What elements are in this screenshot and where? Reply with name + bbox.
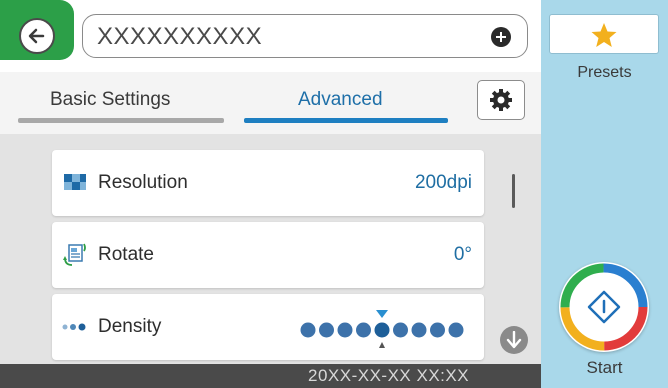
density-scale [300,310,464,348]
title-field-text: XXXXXXXXXX [97,23,263,50]
star-icon [591,23,617,47]
scroll-down-button[interactable] [500,326,528,354]
row-density-label: Density [98,316,162,337]
header-bar: XXXXXXXXXX [0,0,541,72]
title-field[interactable]: XXXXXXXXXX [82,14,528,58]
scrollbar-thumb[interactable] [512,174,515,208]
density-level-marker [376,310,388,318]
back-area [0,0,76,72]
start-label: Start [586,358,623,377]
density-level-dot[interactable] [448,322,464,338]
presets-button[interactable] [549,14,659,54]
row-rotate-value: 0° [453,244,472,265]
presets-label: Presets [577,64,632,81]
row-density[interactable]: Density [52,294,484,360]
density-center-marker [379,342,385,348]
density-level-dot[interactable] [393,322,408,338]
density-level-dot[interactable] [300,322,316,338]
status-datetime: 20XX-XX-XX XX:XX [308,366,470,385]
rotate-icon [63,243,86,266]
density-level-dot[interactable] [430,322,445,338]
tab-basic-settings-label: Basic Settings [50,89,171,110]
arrow-down-icon [506,331,522,349]
settings-button[interactable] [477,80,525,120]
density-level-dot[interactable] [337,322,353,338]
resolution-icon [64,174,86,190]
row-resolution-label: Resolution [98,172,188,193]
gear-icon [490,89,512,111]
tab-basic-settings[interactable]: Basic Settings [0,72,232,134]
tab-advanced-underline [244,118,448,123]
tab-basic-underline [18,118,224,123]
main-panel: XXXXXXXXXX Basic Settings Advanced Resol… [0,0,541,388]
density-level-dot[interactable] [374,322,390,338]
start-button[interactable] [559,262,649,352]
density-dots [300,322,464,338]
settings-list: Resolution 200dpi Rotate 0° Density [0,134,541,364]
row-resolution-value: 200dpi [414,172,472,193]
back-arrow-icon [28,28,45,44]
tab-advanced[interactable]: Advanced [232,72,462,134]
density-level-dot[interactable] [319,322,334,338]
back-button[interactable] [19,18,55,54]
density-level-dot[interactable] [411,322,427,338]
tab-advanced-label: Advanced [298,89,383,110]
side-panel: Presets Start [541,0,668,388]
plus-circle-icon[interactable] [491,27,511,47]
status-bar: 20XX-XX-XX XX:XX [0,364,541,388]
start-diamond-icon [560,263,648,351]
density-dots-icon [62,323,86,331]
tab-bar: Basic Settings Advanced [0,72,541,134]
density-level-dot[interactable] [356,322,371,338]
row-resolution[interactable]: Resolution 200dpi [52,150,484,216]
row-rotate-label: Rotate [98,244,154,265]
row-rotate[interactable]: Rotate 0° [52,222,484,288]
